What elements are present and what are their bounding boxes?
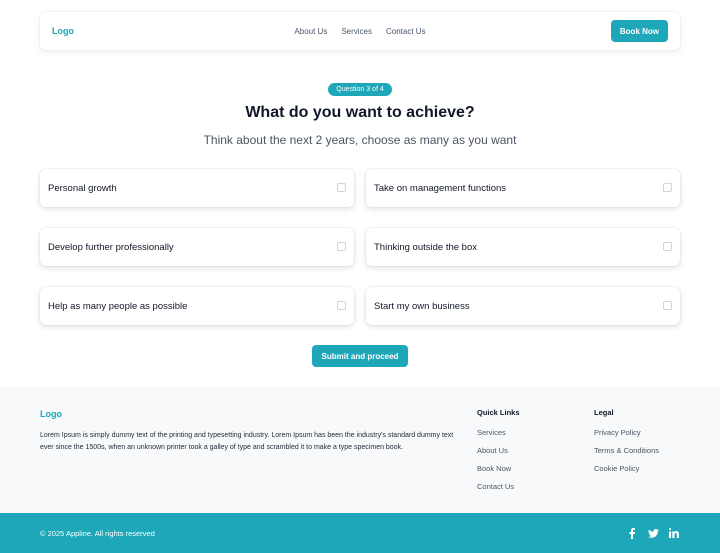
option-help-people[interactable]: Help as many people as possible: [40, 287, 354, 325]
option-label: Develop further professionally: [48, 241, 174, 253]
option-label: Thinking outside the box: [374, 241, 477, 253]
option-own-business[interactable]: Start my own business: [366, 287, 680, 325]
copyright-text: © 2025 Appline. All rights reserved: [40, 528, 155, 538]
footer-link-terms[interactable]: Terms & Conditions: [594, 446, 659, 455]
option-checkbox[interactable]: [337, 242, 346, 251]
footer: Logo Lorem Ipsum is simply dummy text of…: [0, 387, 720, 513]
option-checkbox[interactable]: [663, 242, 672, 251]
nav-links: About Us Services Contact Us: [40, 12, 680, 50]
nav-services[interactable]: Services: [341, 27, 372, 36]
footer-link-book-now[interactable]: Book Now: [477, 464, 511, 473]
option-management-functions[interactable]: Take on management functions: [366, 169, 680, 207]
footer-description: Lorem Ipsum is simply dummy text of the …: [40, 432, 454, 451]
footer-link-about-us[interactable]: About Us: [477, 446, 508, 455]
nav-contact-us[interactable]: Contact Us: [386, 27, 426, 36]
footer-link-privacy-policy[interactable]: Privacy Policy: [594, 428, 641, 437]
linkedin-icon[interactable]: [668, 526, 680, 540]
option-label: Take on management functions: [374, 182, 507, 194]
footer-link-contact-us[interactable]: Contact Us: [477, 482, 514, 491]
navbar: Logo About Us Services Contact Us Book N…: [40, 12, 680, 50]
footer-link-services[interactable]: Services: [477, 428, 506, 437]
facebook-icon[interactable]: [626, 526, 638, 540]
footer-link-cookie-policy[interactable]: Cookie Policy: [594, 464, 639, 473]
bottom-bar: © 2025 Appline. All rights reserved: [0, 513, 720, 553]
option-thinking-outside-box[interactable]: Thinking outside the box: [366, 228, 680, 266]
option-checkbox[interactable]: [337, 183, 346, 192]
option-label: Help as many people as possible: [48, 300, 188, 312]
footer-logo[interactable]: Logo: [40, 409, 62, 419]
page-subtitle: Think about the next 2 years, choose as …: [203, 133, 517, 147]
option-personal-growth[interactable]: Personal growth: [40, 169, 354, 207]
option-checkbox[interactable]: [337, 301, 346, 310]
legal-heading: Legal: [594, 408, 614, 417]
page-title: What do you want to achieve?: [245, 104, 475, 121]
header-logo[interactable]: Logo: [52, 26, 74, 36]
option-label: Start my own business: [374, 300, 470, 312]
option-develop-professionally[interactable]: Develop further professionally: [40, 228, 354, 266]
twitter-icon[interactable]: [647, 526, 659, 540]
social-links: [626, 526, 680, 540]
submit-button[interactable]: Submit and proceed: [312, 345, 408, 367]
option-label: Personal growth: [48, 182, 117, 194]
question-progress-badge: Question 3 of 4: [328, 83, 392, 96]
option-checkbox[interactable]: [663, 301, 672, 310]
quick-links-heading: Quick Links: [477, 408, 520, 417]
option-checkbox[interactable]: [663, 183, 672, 192]
book-now-button[interactable]: Book Now: [610, 20, 668, 42]
nav-about-us[interactable]: About Us: [294, 27, 327, 36]
